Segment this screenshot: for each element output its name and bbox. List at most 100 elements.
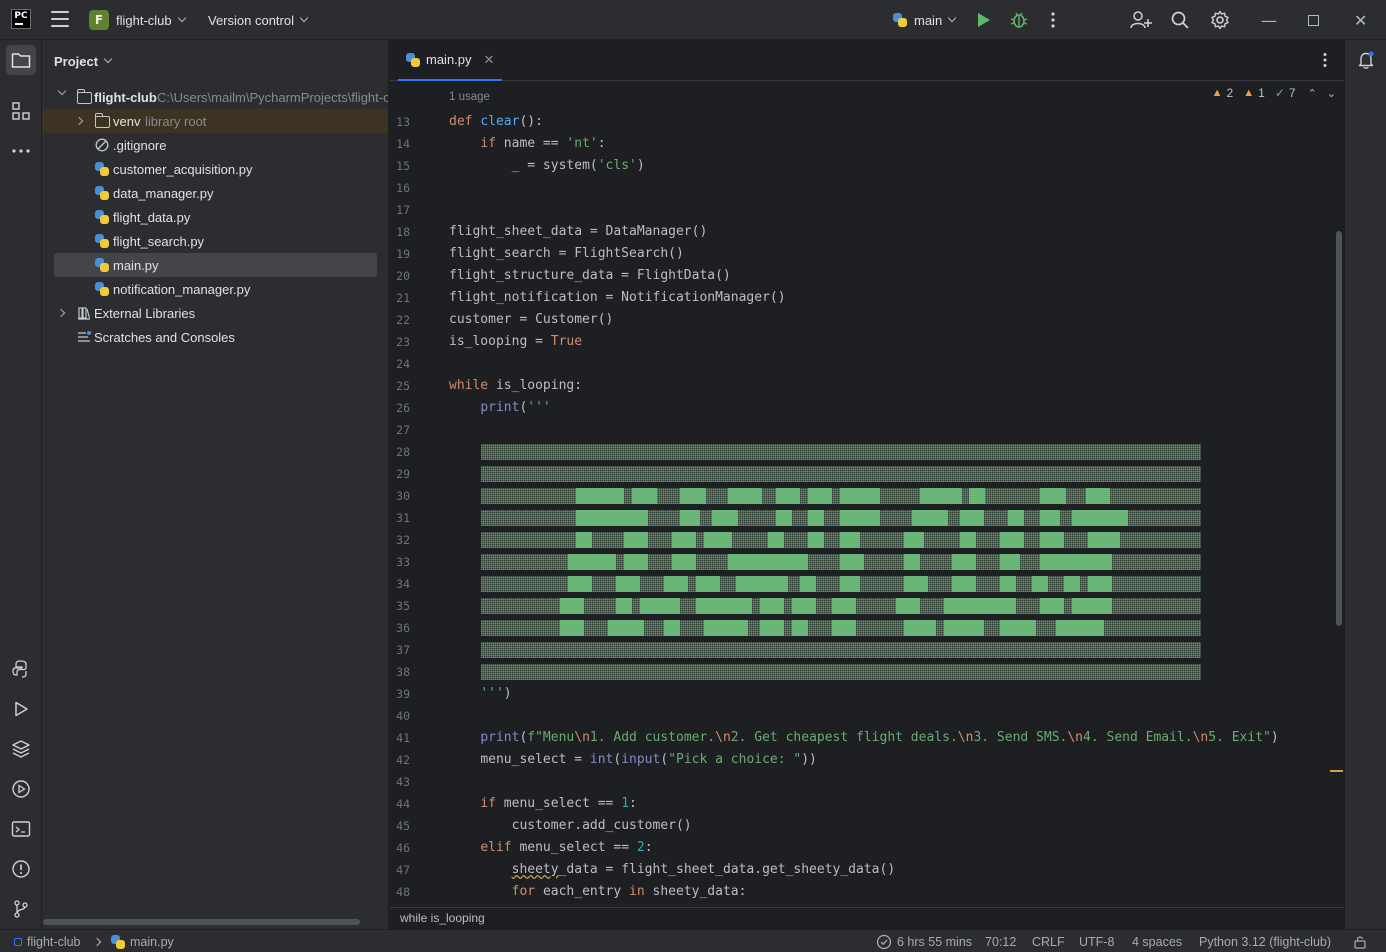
- editor-vertical-scrollbar[interactable]: [1336, 231, 1342, 626]
- services-icon: [12, 780, 30, 798]
- line-number: 19: [396, 247, 410, 261]
- ascii-art-glyph: [840, 554, 864, 570]
- ascii-art-glyph: [840, 488, 880, 504]
- status-breadcrumb-project[interactable]: flight-club: [14, 930, 81, 952]
- tree-item-file[interactable]: flight_search.py: [42, 229, 388, 253]
- line-number: 21: [396, 291, 410, 305]
- number: 2: [636, 840, 645, 855]
- ascii-art-glyph: [792, 620, 808, 636]
- tree-item-file-selected[interactable]: main.py: [42, 253, 388, 277]
- project-panel-header[interactable]: Project: [54, 52, 113, 70]
- tree-item-external-libraries[interactable]: External Libraries: [42, 301, 388, 325]
- weak-warning-count: 1: [1258, 86, 1265, 100]
- file-encoding[interactable]: UTF-8: [1079, 930, 1114, 952]
- code-text: each_entry: [542, 884, 630, 899]
- caret-position[interactable]: 70:12: [985, 930, 1016, 952]
- ascii-art-glyph: [1040, 510, 1060, 526]
- ascii-art-glyph: [808, 488, 832, 504]
- editor-breadcrumb[interactable]: while is_looping: [390, 907, 1344, 929]
- readonly-toggle[interactable]: [1353, 930, 1367, 952]
- next-highlight-icon[interactable]: ⌄: [1327, 87, 1336, 100]
- project-switcher[interactable]: F flight-club: [89, 0, 186, 40]
- warning-stripe-marker[interactable]: [1330, 770, 1343, 772]
- breadcrumb-item[interactable]: while is_looping: [400, 911, 485, 925]
- tree-item-root[interactable]: flight-club C:\Users\mailm\PycharmProjec…: [42, 85, 388, 109]
- line-number: 37: [396, 643, 410, 657]
- python-file-icon: [95, 258, 109, 272]
- status-breadcrumb-file[interactable]: main.py: [111, 930, 174, 952]
- ascii-art-row: [481, 532, 1201, 548]
- line-number: 36: [396, 621, 410, 635]
- search-button[interactable]: [1170, 0, 1190, 40]
- git-tool-button[interactable]: [6, 894, 36, 924]
- line-number: 23: [396, 335, 410, 349]
- main-menu-icon[interactable]: [51, 11, 69, 27]
- string: 'cls': [597, 158, 637, 173]
- editor-tabs-menu-button[interactable]: [1317, 52, 1333, 72]
- services-tool-button[interactable]: [6, 774, 36, 804]
- python-console-button[interactable]: [6, 654, 36, 684]
- usage-hint[interactable]: 1 usage: [449, 91, 490, 103]
- app-logo-icon[interactable]: PC: [11, 9, 31, 29]
- code-editor[interactable]: 13 14 15 16 17 18 19 20 21 22 23 24 25 26 27 28 29 30 31 32…: [390, 81, 1344, 907]
- structure-tool-button[interactable]: [6, 96, 36, 126]
- ascii-art-glyph: [560, 620, 584, 636]
- ascii-art-glyph: [1056, 620, 1104, 636]
- ascii-art-glyph: [768, 532, 784, 548]
- tree-item-label: flight-club: [94, 89, 157, 105]
- vcs-menu[interactable]: Version control: [208, 0, 309, 40]
- run-config-selector[interactable]: main: [893, 0, 957, 40]
- more-tools-button[interactable]: [6, 136, 36, 166]
- time-tracked: 6 hrs 55 mins: [897, 934, 973, 949]
- maximize-button[interactable]: [1308, 0, 1319, 40]
- line-number: 28: [396, 445, 410, 459]
- indent-setting[interactable]: 4 spaces: [1132, 930, 1182, 952]
- close-tab-icon[interactable]: ✕: [484, 52, 495, 68]
- minimize-button[interactable]: —: [1261, 0, 1277, 40]
- tree-item-scratches[interactable]: Scratches and Consoles: [42, 325, 388, 349]
- line-separator[interactable]: CRLF: [1032, 930, 1065, 952]
- string: f"Menu: [527, 730, 575, 745]
- escape: \n: [574, 730, 590, 745]
- tree-item-file[interactable]: notification_manager.py: [42, 277, 388, 301]
- ascii-art-glyph: [560, 598, 584, 614]
- ascii-art-glyph: [808, 510, 824, 526]
- close-window-button[interactable]: ✕: [1354, 0, 1367, 40]
- line-number: 25: [396, 379, 410, 393]
- tree-item-file[interactable]: flight_data.py: [42, 205, 388, 229]
- project-tool-button[interactable]: [6, 45, 36, 75]
- tree-item-label: venv: [113, 113, 141, 129]
- previous-highlight-icon[interactable]: ⌃: [1308, 87, 1317, 100]
- debug-button[interactable]: [1009, 0, 1029, 40]
- problems-tool-button[interactable]: [6, 854, 36, 884]
- code-with-me-button[interactable]: [1130, 0, 1152, 40]
- tree-item-gitignore[interactable]: .gitignore: [42, 133, 388, 157]
- run-tool-button[interactable]: [6, 694, 36, 724]
- ascii-art-glyph: [664, 620, 680, 636]
- notifications-button[interactable]: [1356, 50, 1376, 74]
- horizontal-scrollbar[interactable]: [43, 919, 360, 925]
- settings-button[interactable]: [1210, 0, 1230, 40]
- terminal-tool-button[interactable]: [6, 814, 36, 844]
- more-actions-button[interactable]: [1044, 0, 1062, 40]
- python-icon: [893, 13, 907, 27]
- python-interpreter[interactable]: Python 3.12 (flight-club): [1199, 930, 1331, 952]
- ascii-art-glyph: [760, 576, 788, 592]
- tree-item-file[interactable]: data_manager.py: [42, 181, 388, 205]
- tree-item-venv[interactable]: venv library root: [42, 109, 388, 133]
- run-button[interactable]: [978, 0, 990, 40]
- tree-item-label: External Libraries: [94, 305, 196, 321]
- builtin: print: [480, 730, 520, 745]
- tab-main-py[interactable]: main.py ✕: [398, 40, 503, 81]
- code-text: :: [629, 796, 637, 811]
- packages-tool-button[interactable]: [6, 734, 36, 764]
- title-bar: PC F flight-club Version control main — …: [0, 0, 1386, 40]
- tree-item-file[interactable]: customer_acquisition.py: [42, 157, 388, 181]
- inspection-widget[interactable]: ▲ 2 ▲ 1 ✓ 7 ⌃ ⌄: [1212, 86, 1336, 100]
- line-number: 46: [396, 841, 410, 855]
- python-file-icon: [95, 186, 109, 200]
- time-tracker[interactable]: 6 hrs 55 mins: [876, 930, 972, 952]
- warning-icon: ▲: [1211, 87, 1223, 99]
- run-config-name: main: [914, 12, 943, 28]
- escape: \n: [957, 730, 974, 745]
